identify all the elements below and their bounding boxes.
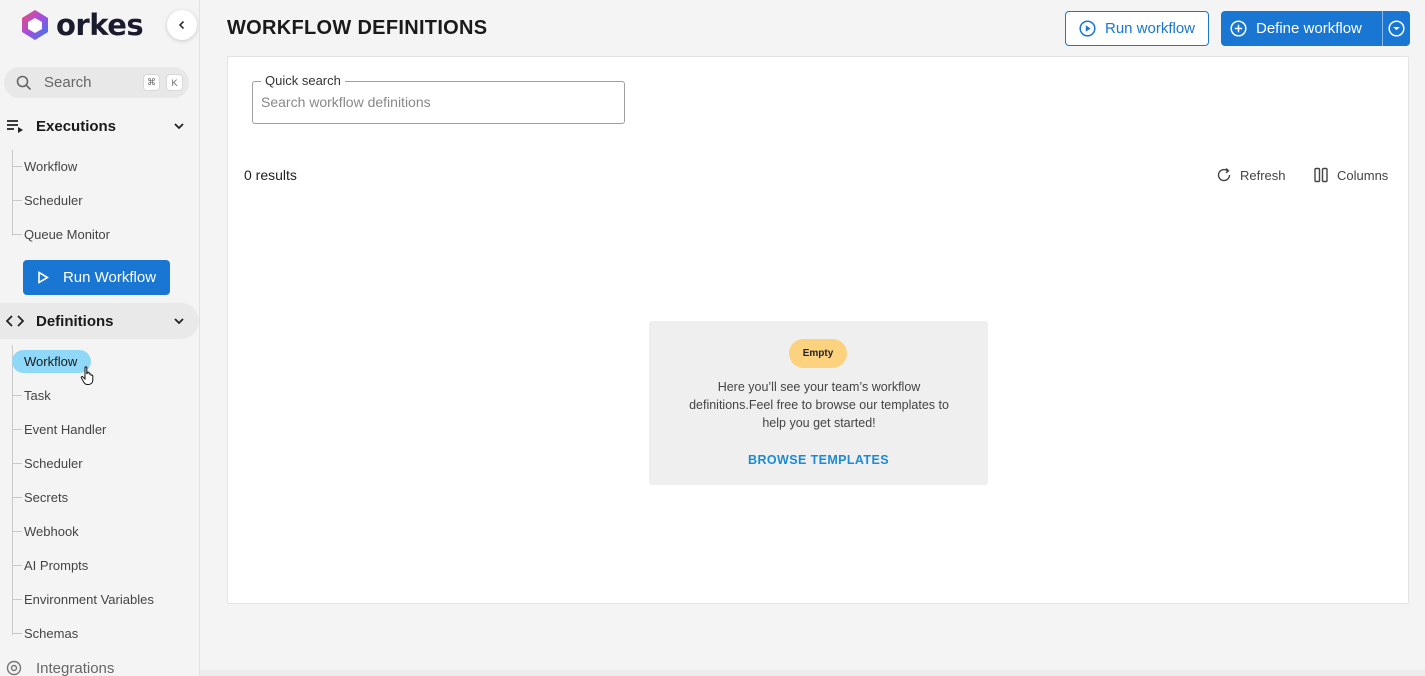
sidebar-item-ai-prompts[interactable]: AI Prompts [12,554,90,576]
executions-label: Executions [36,117,117,135]
define-workflow-dropdown-button[interactable] [1382,11,1410,46]
code-icon [6,315,24,327]
refresh-label: Refresh [1240,167,1286,183]
sidebar-run-workflow-button[interactable]: Run Workflow [23,260,170,295]
search-placeholder: Search [44,74,92,91]
columns-button[interactable]: Columns [1313,167,1388,183]
sidebar-item-executions-scheduler[interactable]: Scheduler [12,189,85,211]
sidebar-item-webhook[interactable]: Webhook [12,520,81,542]
quick-search-label: Quick search [261,73,345,88]
play-circle-icon [1079,20,1096,37]
sidebar: orkes Search ⌘ K Executions Workflow Sch… [0,0,200,676]
collapse-sidebar-button[interactable] [167,10,197,40]
chevron-down-icon [174,318,184,325]
app-name: orkes [56,8,144,42]
sidebar-item-environment-variables[interactable]: Environment Variables [12,588,156,610]
define-workflow-button-group: Define workflow [1221,11,1410,46]
sidebar-search[interactable]: Search ⌘ K [4,67,189,98]
refresh-icon [1217,167,1231,182]
sidebar-item-queue-monitor[interactable]: Queue Monitor [12,223,112,245]
browse-templates-link[interactable]: BROWSE TEMPLATES [649,453,988,467]
sidebar-section-integrations[interactable]: Integrations [6,657,114,676]
run-workflow-label: Run Workflow [62,269,157,286]
sidebar-section-executions[interactable]: Executions [0,108,199,144]
sidebar-section-definitions[interactable]: Definitions [0,303,199,339]
define-workflow-button[interactable]: Define workflow [1221,20,1382,37]
executions-icon [7,120,23,133]
run-workflow-button-label: Run workflow [1104,20,1196,37]
refresh-button[interactable]: Refresh [1216,167,1286,183]
app-logo[interactable]: orkes [18,8,144,42]
integrations-icon [6,660,22,676]
hand-cursor-icon [80,366,94,385]
chevron-down-circle-icon [1388,20,1405,37]
play-icon [38,271,49,284]
run-workflow-button[interactable]: Run workflow [1065,11,1209,46]
orkes-logo-icon [22,10,48,40]
sidebar-item-task[interactable]: Task [12,384,53,406]
search-icon [16,75,32,90]
quick-search-field[interactable]: Quick search [252,73,625,124]
empty-message: Here you’ll see your team’s workflow def… [689,380,949,430]
empty-state: Empty Here you’ll see your team’s workfl… [649,321,988,485]
sidebar-item-secrets[interactable]: Secrets [12,486,70,508]
columns-label: Columns [1337,167,1389,183]
integrations-label: Integrations [36,659,115,676]
shortcut-key-cmd: ⌘ [143,74,160,91]
chevron-down-icon [174,123,184,130]
define-workflow-button-label: Define workflow [1256,20,1362,37]
sidebar-item-definitions-scheduler[interactable]: Scheduler [12,452,85,474]
sidebar-item-schemas[interactable]: Schemas [12,622,80,644]
page-title: WORKFLOW DEFINITIONS [227,17,488,39]
workflow-definitions-panel: Quick search 0 results Refresh Columns E… [227,56,1409,604]
sidebar-item-event-handler[interactable]: Event Handler [12,418,108,440]
horizontal-scrollbar[interactable] [200,670,1425,676]
results-count: 0 results [244,167,297,183]
shortcut-key-k: K [166,74,183,91]
columns-icon [1314,167,1328,183]
sidebar-item-executions-workflow[interactable]: Workflow [12,155,79,177]
plus-circle-icon [1230,20,1247,37]
definitions-label: Definitions [36,312,114,330]
quick-search-input[interactable] [261,94,611,110]
chevron-left-icon [178,20,185,30]
empty-badge: Empty [789,339,847,368]
